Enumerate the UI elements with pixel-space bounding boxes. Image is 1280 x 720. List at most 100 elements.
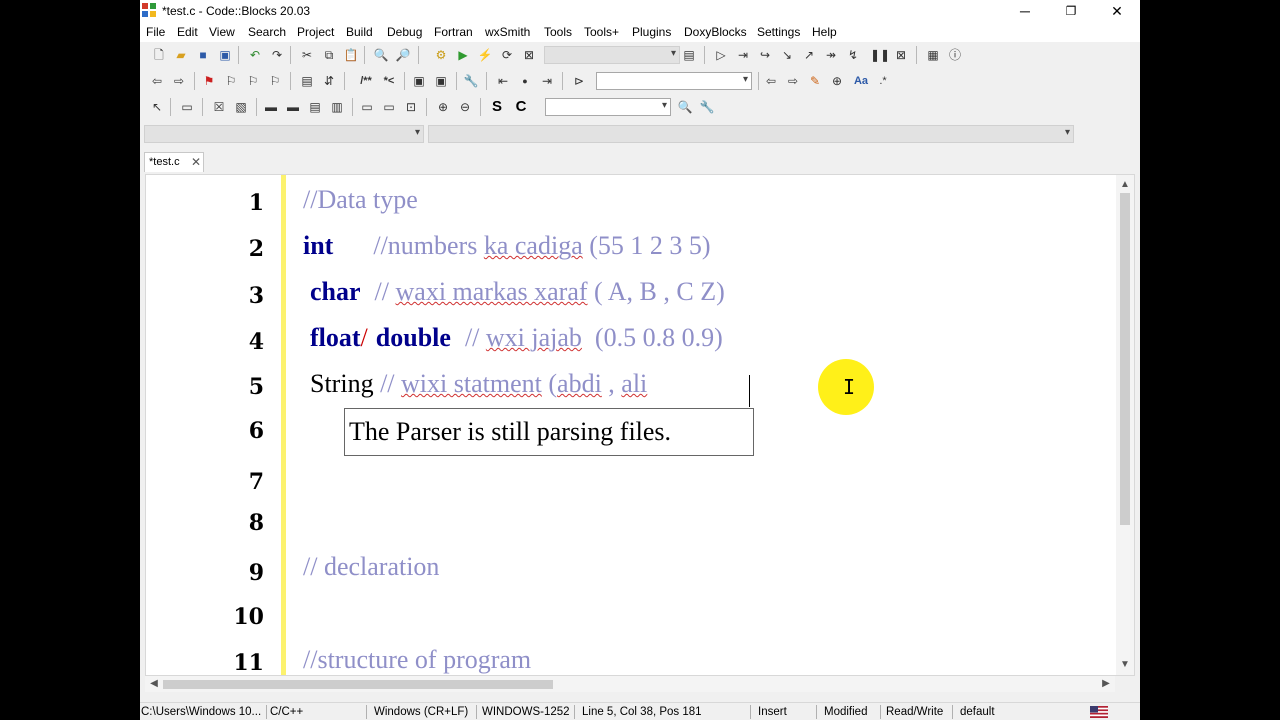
restore-button[interactable]: ❐ — [1048, 0, 1094, 22]
box-b-icon[interactable]: ▭ — [380, 98, 398, 116]
step-out-icon[interactable]: ↗ — [800, 46, 818, 64]
horizontal-scrollbar[interactable]: ◀ ▶ — [145, 676, 1115, 692]
menu-wxsmith[interactable]: wxSmith — [485, 25, 530, 39]
image-tool-icon[interactable]: ▧ — [232, 98, 250, 116]
uncomment-icon[interactable]: ⇵ — [320, 72, 338, 90]
menu-project[interactable]: Project — [297, 25, 334, 39]
step-into-icon[interactable]: ↘ — [778, 46, 796, 64]
close-button[interactable]: ✕ — [1094, 0, 1140, 22]
scroll-down-icon[interactable]: ▼ — [1116, 657, 1134, 673]
menu-view[interactable]: View — [209, 25, 235, 39]
build-target-combo[interactable]: ▾ — [544, 46, 680, 64]
box-c-icon[interactable]: ⊡ — [402, 98, 420, 116]
function-combo[interactable]: ▾ — [428, 125, 1074, 143]
abort-icon[interactable]: ⊠ — [520, 46, 538, 64]
run-to-cursor-icon[interactable]: ⇥ — [734, 46, 752, 64]
symbol-combo[interactable]: ▾ — [596, 72, 752, 90]
save-icon[interactable]: ■ — [194, 46, 212, 64]
toggle-bookmark-icon[interactable]: ⚑ — [200, 72, 218, 90]
pointer-icon[interactable]: ↖ — [148, 98, 166, 116]
scroll-up-icon[interactable]: ▲ — [1116, 177, 1134, 193]
code-editor[interactable]: 1 2 3 4 5 6 7 8 9 10 11 //Data type int /… — [145, 174, 1135, 676]
goto-icon[interactable]: ⊳ — [570, 72, 588, 90]
tab-test-c[interactable]: *test.c ✕ — [144, 152, 204, 172]
redo-icon[interactable]: ↷ — [268, 46, 286, 64]
next-line-icon[interactable]: ↪ — [756, 46, 774, 64]
replace-icon[interactable]: 🔎 — [394, 46, 412, 64]
vertical-scrollbar[interactable]: ▲ ▼ — [1116, 175, 1134, 675]
close-icon[interactable]: ✕ — [191, 155, 201, 169]
layout-a-icon[interactable]: ▬ — [262, 98, 280, 116]
debug-run-icon[interactable]: ▷ — [712, 46, 730, 64]
new-file-icon[interactable]: 🗋 — [150, 46, 168, 64]
scroll-thumb[interactable] — [1120, 193, 1130, 525]
scroll-left-icon[interactable]: ◀ — [145, 676, 163, 692]
menu-file[interactable]: File — [146, 25, 165, 39]
checkbox-tool-icon[interactable]: ☒ — [210, 98, 228, 116]
minimize-button[interactable]: ─ — [1002, 0, 1048, 22]
highlight-icon[interactable]: ✎ — [806, 72, 824, 90]
cut-icon[interactable]: ✂ — [298, 46, 316, 64]
run-icon[interactable]: ▶ — [454, 46, 472, 64]
menu-settings[interactable]: Settings — [757, 25, 800, 39]
menu-search[interactable]: Search — [248, 25, 286, 39]
match-case-icon[interactable]: Aa — [852, 72, 870, 90]
wx-combo[interactable]: ▾ — [545, 98, 671, 116]
line-comment-icon[interactable]: *< — [380, 72, 398, 90]
menu-plugins[interactable]: Plugins — [632, 25, 671, 39]
layout-b-icon[interactable]: ▬ — [284, 98, 302, 116]
scroll-right-icon[interactable]: ▶ — [1097, 676, 1115, 692]
open-folder-icon[interactable]: ▰ — [172, 46, 190, 64]
c-tool-button[interactable]: C — [512, 98, 530, 116]
layout-d-icon[interactable]: ▥ — [328, 98, 346, 116]
zoom-in-icon[interactable]: ⊕ — [434, 98, 452, 116]
dot-icon[interactable]: ● — [516, 72, 534, 90]
s-tool-button[interactable]: S — [488, 98, 506, 116]
step-instruction-icon[interactable]: ↯ — [844, 46, 862, 64]
search-icon[interactable]: 🔍 — [676, 98, 694, 116]
find-icon[interactable]: 🔍 — [372, 46, 390, 64]
search-forward-icon[interactable]: ⇨ — [784, 72, 802, 90]
clear-bookmarks-icon[interactable]: ⚐ — [266, 72, 284, 90]
pause-icon[interactable]: ❚❚ — [870, 46, 890, 64]
doxy-extract-icon[interactable]: ▣ — [432, 72, 450, 90]
block-comment-icon[interactable]: /** — [352, 72, 380, 90]
prev-change-icon[interactable]: ⇤ — [494, 72, 512, 90]
scroll-thumb[interactable] — [163, 680, 553, 689]
menu-build[interactable]: Build — [346, 25, 373, 39]
undo-icon[interactable]: ↶ — [246, 46, 264, 64]
build-log-icon[interactable]: ▤ — [680, 46, 698, 64]
build-gear-icon[interactable]: ⚙ — [432, 46, 450, 64]
scope-combo[interactable]: ▾ — [144, 125, 424, 143]
stop-debug-icon[interactable]: ⊠ — [892, 46, 910, 64]
menu-tools[interactable]: Tools — [544, 25, 572, 39]
next-instruction-icon[interactable]: ↠ — [822, 46, 840, 64]
jump-forward-icon[interactable]: ⇨ — [170, 72, 188, 90]
next-change-icon[interactable]: ⇥ — [538, 72, 556, 90]
paste-icon[interactable]: 📋 — [342, 46, 360, 64]
wrench-icon[interactable]: 🔧 — [462, 72, 480, 90]
comment-icon[interactable]: ▤ — [298, 72, 316, 90]
layout-c-icon[interactable]: ▤ — [306, 98, 324, 116]
box-a-icon[interactable]: ▭ — [358, 98, 376, 116]
selected-text-icon[interactable]: ⊕ — [828, 72, 846, 90]
debug-windows-icon[interactable]: ▦ — [924, 46, 942, 64]
doxy-wizard-icon[interactable]: ▣ — [410, 72, 428, 90]
next-bookmark-icon[interactable]: ⚐ — [244, 72, 262, 90]
menu-edit[interactable]: Edit — [177, 25, 198, 39]
copy-icon[interactable]: ⧉ — [320, 46, 338, 64]
menu-debug[interactable]: Debug — [387, 25, 422, 39]
settings-tool-icon[interactable]: 🔧 — [698, 98, 716, 116]
frame-icon[interactable]: ▭ — [178, 98, 196, 116]
debug-info-icon[interactable]: ⓘ — [946, 46, 964, 64]
prev-bookmark-icon[interactable]: ⚐ — [222, 72, 240, 90]
zoom-out-icon[interactable]: ⊖ — [456, 98, 474, 116]
menu-fortran[interactable]: Fortran — [434, 25, 473, 39]
search-back-icon[interactable]: ⇦ — [762, 72, 780, 90]
menu-help[interactable]: Help — [812, 25, 837, 39]
menu-tools-plus[interactable]: Tools+ — [584, 25, 619, 39]
menu-doxyblocks[interactable]: DoxyBlocks — [684, 25, 747, 39]
jump-back-icon[interactable]: ⇦ — [148, 72, 166, 90]
rebuild-icon[interactable]: ⟳ — [498, 46, 516, 64]
regex-icon[interactable]: .* — [874, 72, 892, 90]
